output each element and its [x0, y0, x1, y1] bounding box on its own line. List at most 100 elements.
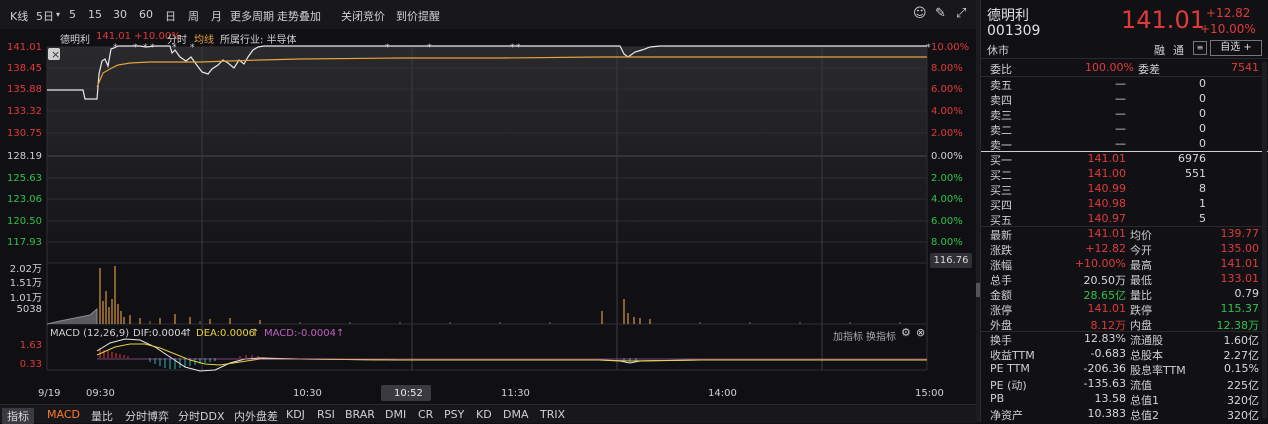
macd-dea: DEA:0.0006 — [196, 328, 256, 339]
y-left-3: 133.32 — [7, 106, 42, 117]
tab-kd[interactable]: KD — [476, 408, 492, 421]
fund-shares-value: 2.27亿 — [1223, 349, 1260, 362]
price-tag: 116.76 — [930, 253, 972, 268]
stat-pct-label: 涨幅 — [990, 259, 1012, 272]
buy1-price: 141.01 — [1087, 152, 1127, 165]
quote-panel: 德明利 001309 休市 141.01 +12.82 +10.00% 融 通 … — [980, 0, 1268, 422]
y-right-9: 8.00% — [931, 237, 963, 248]
tab-fenshi[interactable]: 分时 — [167, 31, 187, 46]
close-auction-button[interactable]: 关闭竞价 — [341, 8, 385, 24]
tab-15min[interactable]: 15 — [88, 8, 102, 21]
y-left-5: 128.19 — [7, 151, 42, 162]
tab-30min[interactable]: 30 — [113, 8, 127, 21]
stat-amount-label: 金额 — [990, 289, 1012, 302]
svg-text:*: * — [385, 43, 390, 53]
menu-icon[interactable]: ≡ — [1193, 41, 1207, 55]
chevron-down-icon[interactable]: ▾ — [56, 10, 60, 19]
fund-shares-label: 总股本 — [1130, 349, 1163, 362]
sell1-price: — — [1115, 137, 1126, 150]
tab-5min[interactable]: 5 — [69, 8, 76, 21]
close-icon[interactable]: ⊗ — [916, 326, 925, 339]
buy2-price: 141.00 — [1087, 167, 1127, 180]
tab-kdj[interactable]: KDJ — [286, 408, 305, 421]
time-label-1030: 10:30 — [293, 388, 322, 399]
pen-icon[interactable]: ✎ — [935, 6, 946, 21]
buy1-vol: 6976 — [1178, 152, 1206, 165]
stat-pct-value: +10.00% — [1074, 257, 1126, 270]
fund-pe-dyn-label: PE (动) — [990, 379, 1027, 392]
fund-pb-label: PB — [990, 392, 1005, 405]
buy3-label: 买三 — [990, 184, 1012, 197]
stat-limitup-label: 涨停 — [990, 304, 1012, 317]
stat-low-value: 133.01 — [1220, 272, 1260, 285]
tab-60min[interactable]: 60 — [139, 8, 153, 21]
tab-trix[interactable]: TRIX — [540, 408, 565, 421]
macd-title: MACD (12,26,9) — [50, 328, 130, 339]
vol-label-2: 1.01万 — [9, 293, 42, 304]
y-right-1: 8.00% — [931, 63, 963, 74]
tab-rsi[interactable]: RSI — [317, 408, 335, 421]
industry-label: 所属行业: 半导体 — [220, 35, 297, 46]
chart-toolbar: K线 5日 ▾ 5 15 30 60 日 周 月 更多周期 走势叠加 关闭竞价 … — [0, 0, 976, 30]
tab-week[interactable]: 周 — [188, 8, 199, 24]
time-label-1130: 11:30 — [501, 388, 530, 399]
gear-icon[interactable]: ⚙ — [901, 326, 911, 339]
add-indicator-button[interactable]: 加指标 — [833, 328, 863, 343]
tab-kline[interactable]: K线 — [10, 8, 28, 24]
y-right-2: 6.00% — [931, 84, 963, 95]
tab-day[interactable]: 日 — [165, 8, 176, 24]
vol-label-3: 5038 — [16, 304, 42, 315]
y-left-6: 125.63 — [7, 173, 42, 184]
y-left-8: 120.50 — [7, 216, 42, 227]
tab-brar[interactable]: BRAR — [345, 408, 375, 421]
add-watchlist-button[interactable]: 自选 + — [1210, 40, 1262, 56]
buy5-vol: 5 — [1199, 212, 1206, 225]
tab-month[interactable]: 月 — [211, 8, 222, 24]
sell3-vol: 0 — [1199, 107, 1206, 120]
svg-text:*: * — [113, 43, 118, 53]
fund-dividend-value: 0.15% — [1224, 362, 1259, 375]
time-label-1400: 14:00 — [708, 388, 737, 399]
sell3-price: — — [1115, 107, 1126, 120]
margin-tag: 融 — [1154, 44, 1165, 57]
more-periods-menu[interactable]: 更多周期 — [230, 8, 274, 24]
overlay-menu[interactable]: 走势叠加 — [277, 8, 321, 24]
svg-text:×: × — [51, 48, 60, 61]
indicator-tabs: 指标 MACD 量比 分时博弈 分时DDX 内外盘差 KDJ RSI BRAR … — [0, 404, 976, 424]
vol-label-1: 1.51万 — [9, 278, 42, 289]
fund-netasset-label: 净资产 — [990, 409, 1023, 422]
price-alert-button[interactable]: 到价提醒 — [396, 8, 440, 24]
tab-5day[interactable]: 5日 — [36, 8, 54, 24]
fullscreen-icon[interactable]: ⤢ — [956, 6, 966, 21]
y-left-7: 123.06 — [7, 194, 42, 205]
tab-cr[interactable]: CR — [418, 408, 433, 421]
stat-limitdown-label: 跌停 — [1130, 304, 1152, 317]
tab-dma[interactable]: DMA — [503, 408, 529, 421]
sell5-price: — — [1115, 77, 1126, 90]
stat-volume-label: 总手 — [990, 274, 1012, 287]
weibi-value: 100.00% — [1085, 61, 1134, 74]
tab-psy[interactable]: PSY — [444, 408, 464, 421]
macd-value: MACD:-0.0004 — [264, 328, 336, 339]
tab-dmi[interactable]: DMI — [385, 408, 406, 421]
buy3-price: 140.99 — [1087, 182, 1127, 195]
sell4-price: — — [1115, 92, 1126, 105]
sell5-label: 卖五 — [990, 79, 1012, 92]
connect-tag: 通 — [1173, 44, 1184, 57]
sell2-label: 卖二 — [990, 124, 1012, 137]
macd-y-0: 1.63 — [19, 340, 42, 351]
smile-icon[interactable]: ☺ — [913, 6, 927, 21]
scrollbar[interactable] — [1262, 62, 1267, 418]
price-change: +12.82 — [1206, 6, 1251, 20]
tab-macd[interactable]: MACD — [47, 408, 80, 421]
time-label-0930: 09:30 — [86, 388, 115, 399]
y-right-3: 4.00% — [931, 106, 963, 117]
stat-change-value: +12.82 — [1085, 242, 1126, 255]
tab-average-line[interactable]: 均线 — [194, 31, 214, 46]
change-indicator-button[interactable]: 换指标 — [866, 328, 896, 343]
y-left-1: 138.45 — [7, 63, 42, 74]
chart-canvas: × * * * * * * * * * * * — [0, 29, 976, 404]
svg-text:*: * — [143, 43, 148, 53]
buy1-label: 买一 — [990, 154, 1012, 167]
up-arrow-icon: ↑ — [251, 328, 260, 339]
